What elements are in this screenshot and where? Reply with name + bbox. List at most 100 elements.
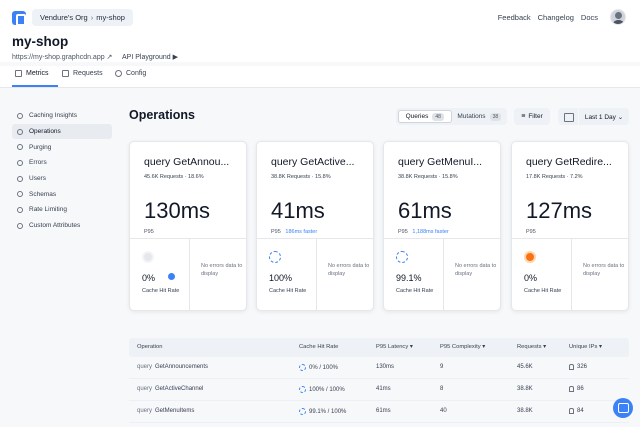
purge-icon [17, 144, 23, 151]
requests-cell: 38.8K [517, 408, 533, 414]
complexity-cell: 9 [440, 364, 444, 370]
sidebar-item-caching-insights[interactable]: Caching Insights [12, 108, 112, 124]
operation-card[interactable]: query GetActive... 38.8K Requests · 15.8… [256, 141, 374, 311]
operation-name: query GetMenuI... [398, 156, 483, 168]
sidebar-item-label: Errors [29, 159, 47, 167]
cache-status-icon [142, 251, 154, 263]
sidebar-item-users[interactable]: Users [12, 171, 112, 187]
table-row[interactable]: query GetMenuItems 99.1% / 100% 61ms 40 3… [129, 401, 629, 423]
tab-config[interactable]: Config [115, 70, 146, 77]
top-links: Feedback Changelog Docs [498, 13, 598, 22]
operation-kind: query [137, 364, 153, 370]
operation-type-toggle: Queries 48 Mutations 38 [396, 108, 507, 125]
mutations-toggle-button[interactable]: Mutations 38 [454, 110, 506, 123]
cache-hit-value: 99.1% [396, 273, 422, 283]
column-header-p95-latency[interactable]: P95 Latency ▾ [376, 344, 413, 350]
operation-name: GetActiveChannel [155, 386, 204, 392]
cache-hit-value: 0% [524, 273, 538, 283]
operations-icon [17, 128, 23, 135]
errors-empty-text: No errors data to display [201, 263, 243, 277]
operation-requests: 38.8K Requests · 15.8% [398, 174, 458, 180]
column-header-operation[interactable]: Operation [137, 344, 162, 350]
table-row[interactable]: query GetActiveChannel 100% / 100% 41ms 8… [129, 379, 629, 401]
user-icon [569, 408, 574, 414]
chat-support-button[interactable] [613, 398, 633, 418]
p95-text: P95 [398, 229, 408, 235]
cache-status-icon [524, 251, 536, 263]
sidebar-item-label: Operations [29, 128, 61, 136]
tag-icon [17, 222, 23, 229]
unique-ips-cell: 84 [569, 408, 584, 414]
cache-ring-icon [299, 364, 306, 371]
p95-latency-value: 130ms [144, 198, 211, 223]
time-range-select[interactable]: Last 1 Day ⌄ [579, 108, 629, 125]
cache-hit-value: 0% / 100% [309, 364, 339, 371]
column-header-requests[interactable]: Requests ▾ [517, 344, 546, 350]
column-header-cache-hit-rate[interactable]: Cache Hit Rate [299, 344, 338, 350]
cache-hit-label: Cache Hit Rate [269, 288, 307, 294]
cache-status-icon [396, 251, 408, 263]
project-url-link[interactable]: https://my-shop.graphcdn.app ↗ [12, 53, 112, 61]
tab-requests[interactable]: Requests [62, 70, 103, 77]
errors-empty-text: No errors data to display [455, 263, 497, 277]
cache-hit-label: Cache Hit Rate [142, 288, 180, 294]
sidebar-item-rate-limiting[interactable]: Rate Limiting [12, 202, 112, 218]
divider [257, 238, 373, 239]
latency-cell: 41ms [376, 386, 391, 392]
p95-text: P95 [271, 229, 281, 235]
operation-card[interactable]: query GetAnnou... 45.6K Requests · 18.6%… [129, 141, 247, 311]
operation-name: query GetAnnou... [144, 156, 230, 168]
filter-button[interactable]: ≡ Filter [514, 108, 550, 125]
operation-requests: 17.8K Requests · 7.2% [526, 174, 583, 180]
operation-name: GetAnnouncements [155, 364, 209, 370]
users-icon [17, 175, 23, 182]
operation-cell: query GetActiveChannel [137, 386, 203, 392]
changelog-link[interactable]: Changelog [538, 13, 574, 22]
cache-hit-value: 99.1% / 100% [309, 408, 347, 415]
column-header-unique-ips[interactable]: Unique IPs ▾ [569, 344, 602, 350]
project-title: my-shop [12, 34, 69, 49]
breadcrumb[interactable]: Vendure's Org › my-shop [32, 9, 133, 26]
errors-empty-text: No errors data to display [328, 263, 370, 277]
tab-label: Metrics [26, 70, 49, 77]
divider [512, 238, 628, 239]
breadcrumb-project[interactable]: my-shop [96, 9, 125, 26]
error-icon [17, 159, 23, 166]
cache-hit-value: 100% / 100% [309, 386, 345, 393]
app-logo-icon[interactable] [12, 11, 26, 26]
top-bar: Vendure's Org › my-shop Feedback Changel… [0, 0, 640, 62]
sidebar-item-label: Rate Limiting [29, 206, 67, 214]
user-avatar[interactable] [610, 9, 626, 25]
sidebar-item-operations[interactable]: Operations [12, 123, 112, 140]
p95-latency-value: 61ms [398, 198, 452, 223]
filter-icon: ≡ [521, 113, 526, 120]
queries-toggle-button[interactable]: Queries 48 [398, 110, 452, 123]
breadcrumb-separator: › [90, 13, 94, 22]
requests-cell: 45.6K [517, 364, 533, 370]
operation-card[interactable]: query GetMenuI... 38.8K Requests · 15.8%… [383, 141, 501, 311]
sidebar-item-errors[interactable]: Errors [12, 155, 112, 171]
mutations-count-badge: 38 [489, 112, 502, 121]
sidebar-item-schemas[interactable]: Schemas [12, 186, 112, 202]
sidebar-item-label: Purging [29, 143, 52, 151]
column-header-p95-complexity[interactable]: P95 Complexity ▾ [440, 344, 485, 350]
cache-hit-cell: 100% / 100% [299, 386, 345, 393]
operation-card[interactable]: query GetRedire... 17.8K Requests · 7.2%… [511, 141, 629, 311]
sidebar-item-purging[interactable]: Purging [12, 139, 112, 155]
queries-count-badge: 48 [432, 112, 444, 121]
p95-latency-value: 127ms [526, 198, 593, 223]
table-row[interactable]: query GetAnnouncements 0% / 100% 130ms 9 … [129, 357, 629, 379]
feedback-link[interactable]: Feedback [498, 13, 531, 22]
calendar-icon[interactable] [558, 108, 578, 125]
docs-link[interactable]: Docs [581, 13, 598, 22]
sidebar: Caching Insights Operations Purging Erro… [12, 108, 112, 234]
p95-text: P95 [144, 229, 154, 235]
page-title: Operations [129, 108, 195, 122]
unique-ips-value: 84 [577, 408, 584, 414]
sidebar-item-custom-attributes[interactable]: Custom Attributes [12, 218, 112, 234]
api-playground-link[interactable]: API Playground ▶ [122, 53, 178, 61]
tab-metrics[interactable]: Metrics [15, 70, 49, 77]
latency-cell: 130ms [376, 364, 395, 370]
info-icon[interactable] [168, 273, 175, 280]
breadcrumb-org[interactable]: Vendure's Org [40, 9, 88, 26]
